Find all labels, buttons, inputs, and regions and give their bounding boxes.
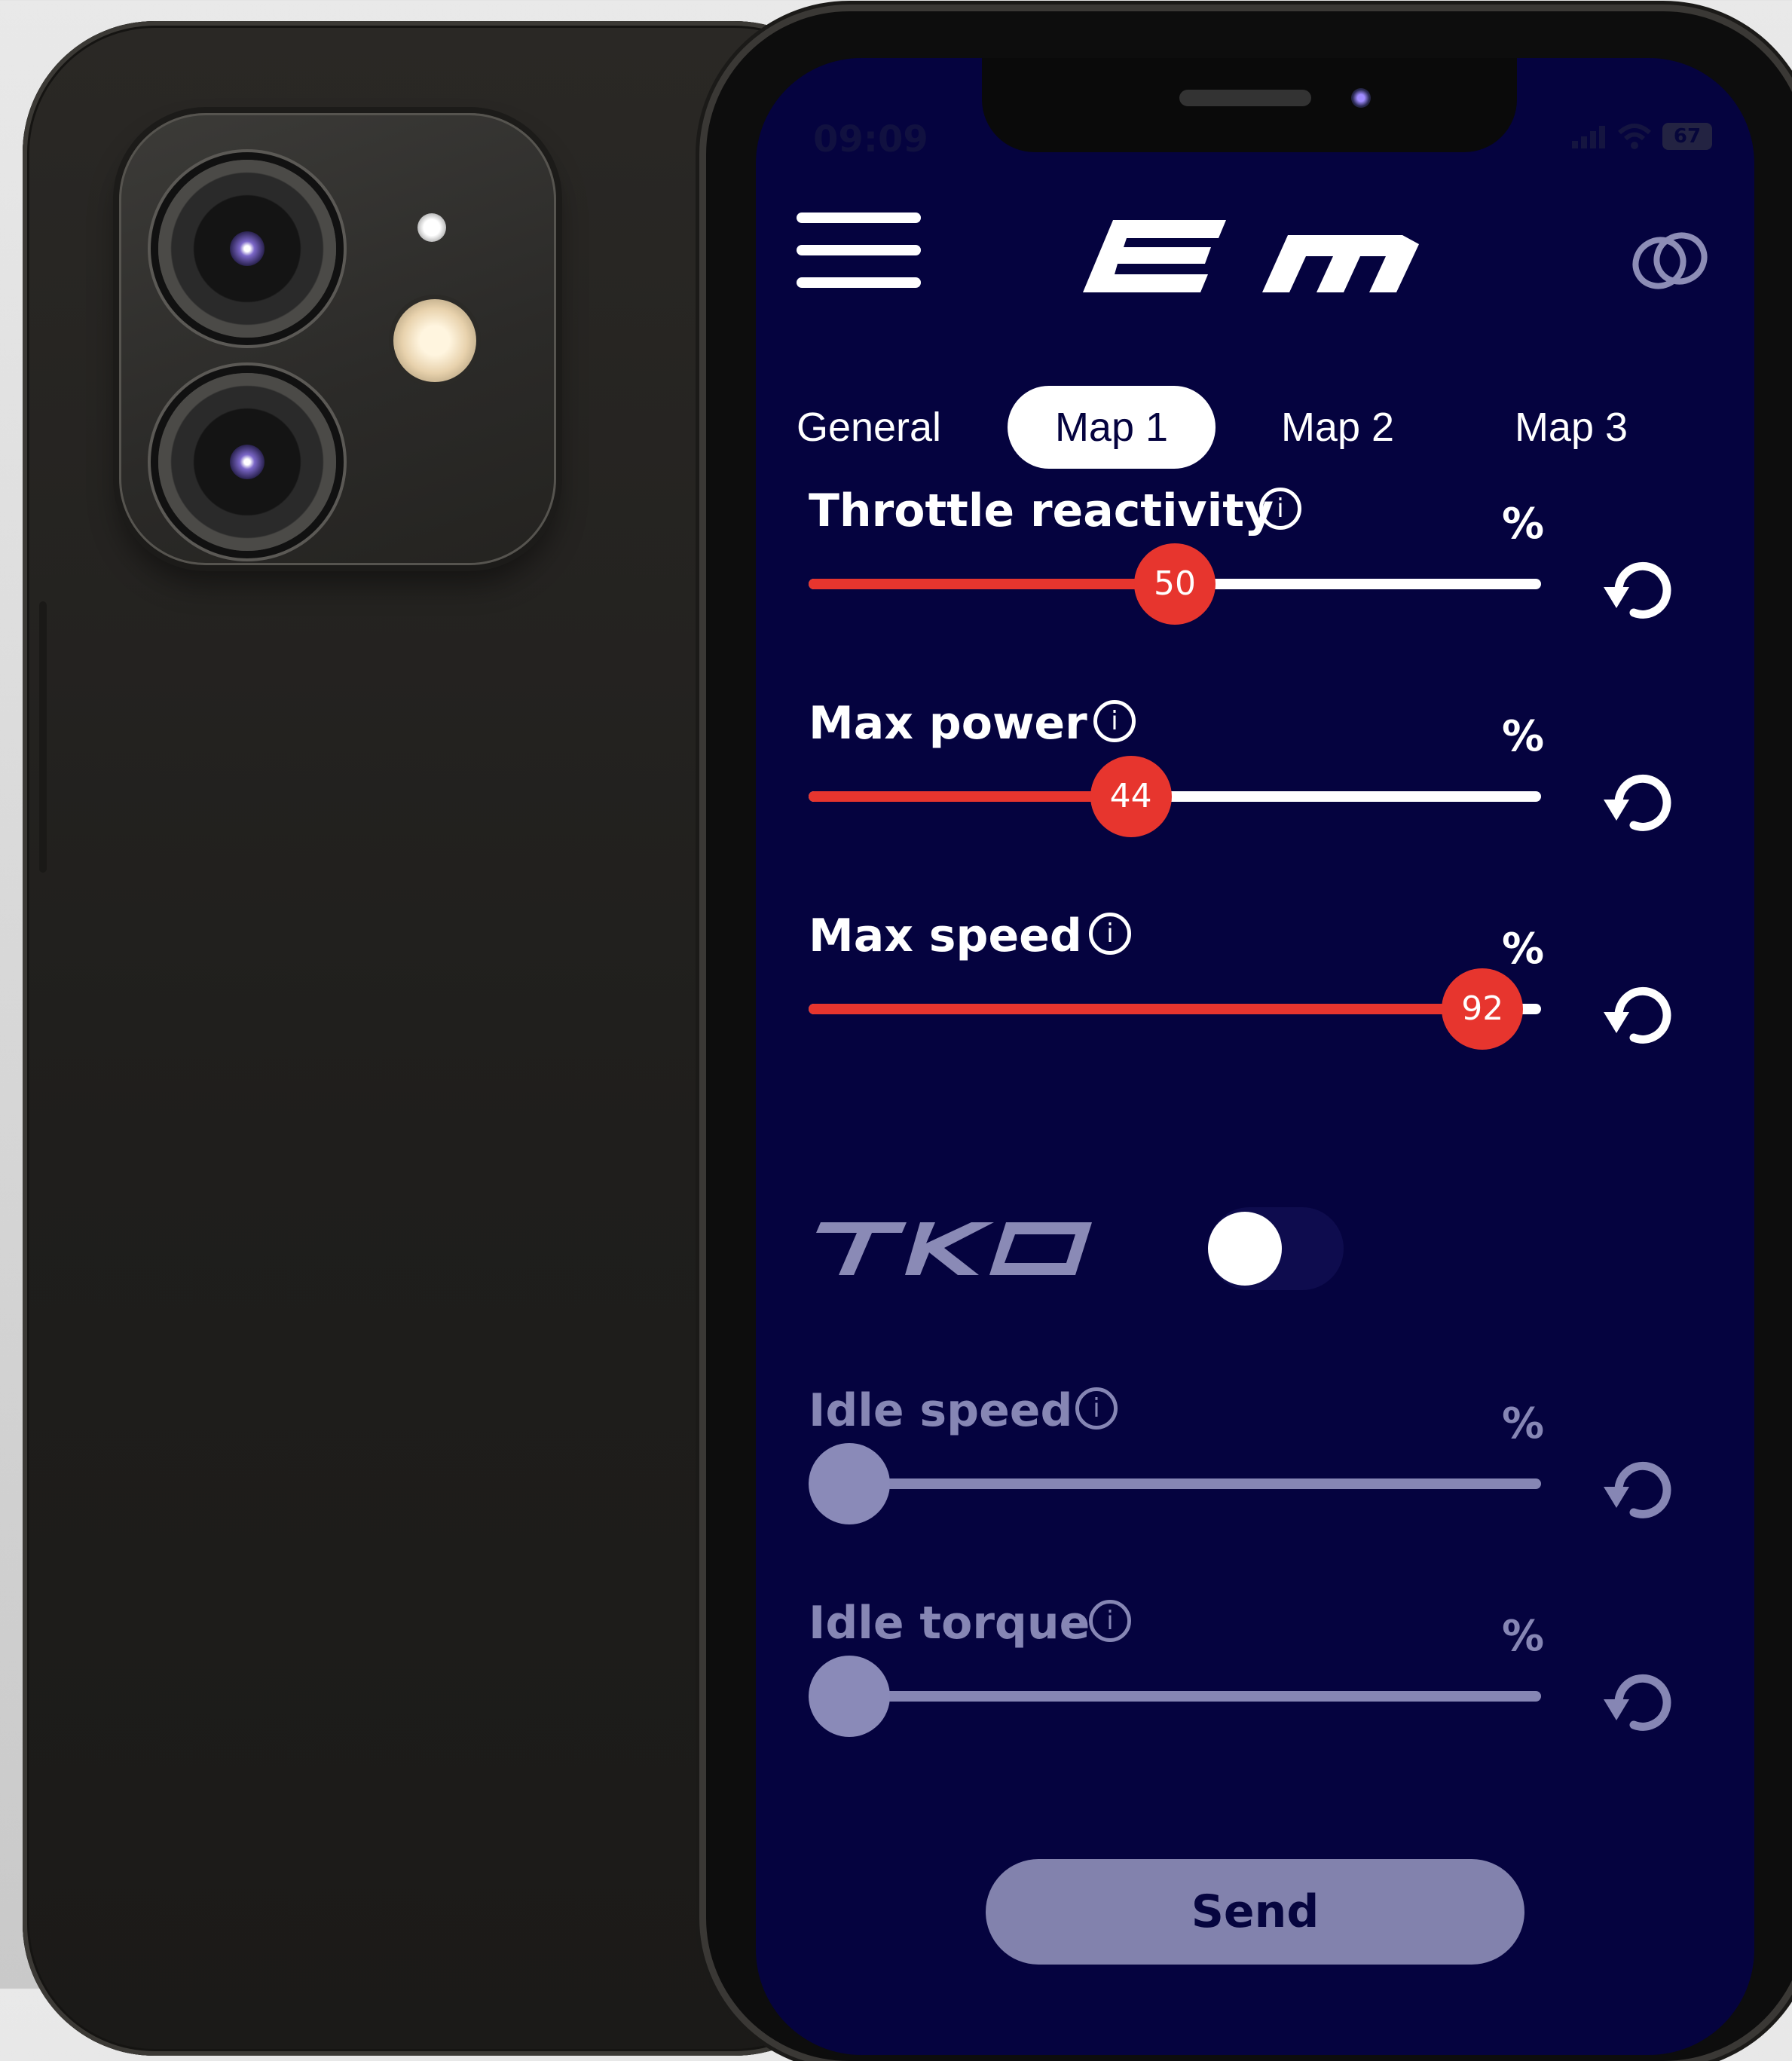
reset-icon[interactable] xyxy=(1596,1657,1686,1748)
slider-thumb[interactable] xyxy=(809,1443,890,1524)
front-phone-body: 09:09 67 General Map 1 Map 2 Map 3 Throt… xyxy=(706,11,1792,2061)
wifi-icon xyxy=(1617,124,1652,149)
notch xyxy=(982,58,1517,152)
slider-thumb[interactable] xyxy=(809,1656,890,1737)
slider-thumb[interactable]: 50 xyxy=(1134,543,1216,625)
hamburger-menu-icon[interactable] xyxy=(797,213,921,295)
microphone-hole xyxy=(417,213,446,242)
unit-label: % xyxy=(1502,500,1545,549)
camera-lens xyxy=(158,373,336,551)
max-power-label: Max power xyxy=(809,697,1087,750)
info-icon[interactable]: i xyxy=(1093,700,1136,742)
battery-indicator: 67 xyxy=(1662,123,1712,150)
camera-lens xyxy=(158,160,336,338)
toggle-knob xyxy=(1208,1212,1282,1286)
unit-label: % xyxy=(1502,925,1545,974)
idle-torque-control: Idle torque i % xyxy=(809,1597,1713,1748)
tab-general[interactable]: General xyxy=(778,386,959,469)
reset-icon[interactable] xyxy=(1596,757,1686,848)
map-tabs: General Map 1 Map 2 Map 3 xyxy=(778,386,1735,469)
slider-thumb[interactable]: 44 xyxy=(1090,756,1172,837)
camera-flash xyxy=(393,299,476,382)
max-speed-control: Max speed i % 92 xyxy=(809,910,1713,1060)
status-icons: 67 xyxy=(1572,123,1712,150)
tab-map-1[interactable]: Map 1 xyxy=(1008,386,1216,469)
em-logo xyxy=(1083,220,1419,292)
idle-speed-label: Idle speed xyxy=(809,1384,1073,1437)
slider-fill xyxy=(809,1004,1483,1014)
send-button[interactable]: Send xyxy=(986,1859,1524,1965)
info-icon[interactable]: i xyxy=(1089,1600,1131,1642)
max-speed-label: Max speed xyxy=(809,910,1082,962)
unit-label: % xyxy=(1502,712,1545,761)
info-icon[interactable]: i xyxy=(1075,1387,1118,1430)
throttle-reactivity-control: Throttle reactivity i % 50 xyxy=(809,485,1713,635)
app-screen: 09:09 67 General Map 1 Map 2 Map 3 Throt… xyxy=(756,58,1754,2055)
signal-icon xyxy=(1572,126,1605,148)
max-power-control: Max power i % 44 xyxy=(809,697,1713,848)
unit-label: % xyxy=(1502,1612,1545,1661)
idle-torque-label: Idle torque xyxy=(809,1597,1090,1650)
info-icon[interactable]: i xyxy=(1089,913,1131,955)
max-speed-slider[interactable]: 92 xyxy=(809,968,1541,1050)
throttle-reactivity-slider[interactable]: 50 xyxy=(809,543,1541,625)
slider-fill xyxy=(809,579,1175,589)
reset-icon[interactable] xyxy=(1596,1445,1686,1535)
side-button xyxy=(39,601,47,873)
camera-module xyxy=(119,113,556,565)
reset-icon[interactable] xyxy=(1596,970,1686,1060)
idle-speed-control: Idle speed i % xyxy=(809,1384,1713,1535)
linked-rings-icon[interactable] xyxy=(1628,224,1712,299)
tko-logo xyxy=(816,1222,1092,1275)
tko-toggle[interactable] xyxy=(1208,1207,1344,1290)
throttle-reactivity-label: Throttle reactivity xyxy=(809,485,1274,537)
earpiece-speaker xyxy=(1179,90,1311,106)
reset-icon[interactable] xyxy=(1596,545,1686,635)
front-camera xyxy=(1351,88,1371,108)
tab-map-3[interactable]: Map 3 xyxy=(1481,386,1662,469)
slider-thumb[interactable]: 92 xyxy=(1442,968,1524,1050)
info-icon[interactable]: i xyxy=(1259,488,1301,530)
tab-map-2[interactable]: Map 2 xyxy=(1247,386,1428,469)
status-time: 09:09 xyxy=(813,118,928,161)
idle-torque-slider[interactable] xyxy=(809,1656,1541,1737)
slider-fill xyxy=(809,791,1131,802)
max-power-slider[interactable]: 44 xyxy=(809,756,1541,837)
unit-label: % xyxy=(1502,1399,1545,1448)
idle-speed-slider[interactable] xyxy=(809,1443,1541,1524)
